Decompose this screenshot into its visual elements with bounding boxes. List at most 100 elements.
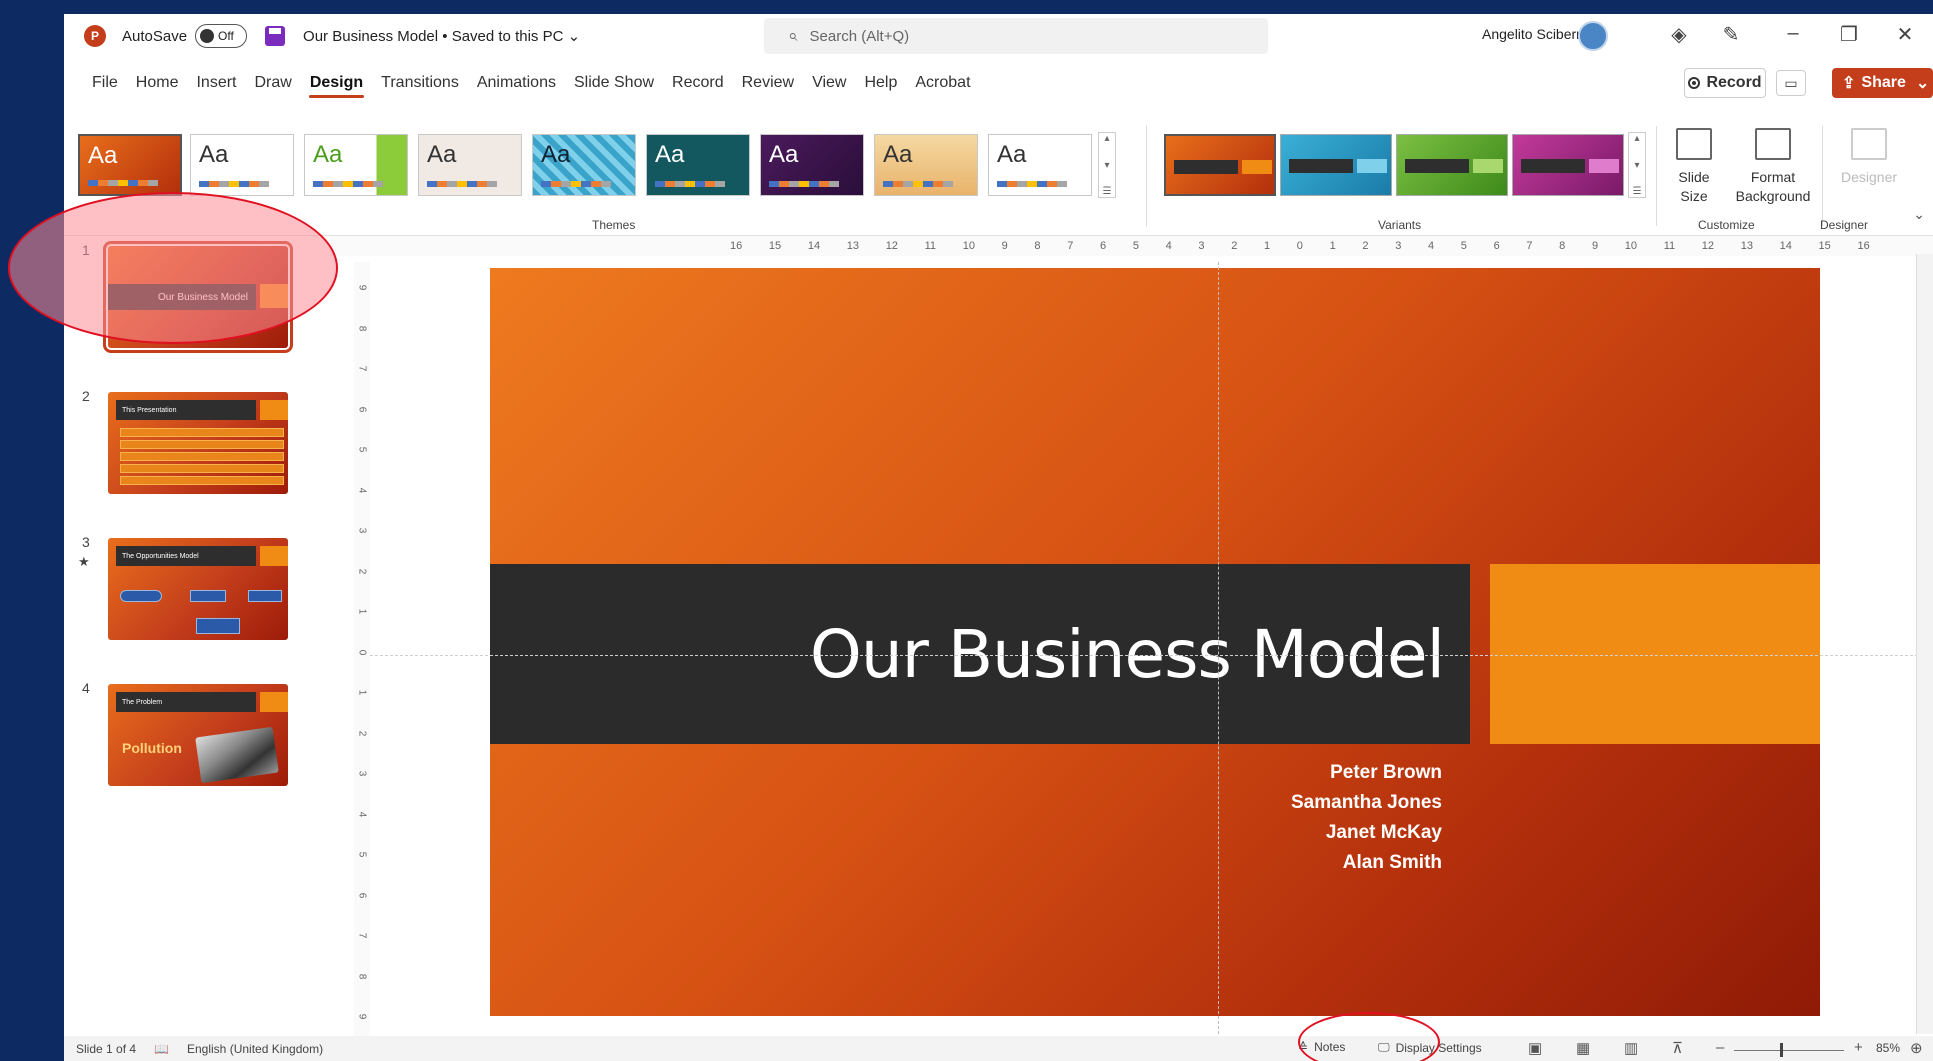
horizontal-ruler: 16 15 14 13 12 11 10 9 8 7 6 5 4 3 2 1 0 1 2 3 4 5 6 7 8 9 10 11 12 1… <box>330 236 1933 256</box>
restore-icon[interactable]: ❐ <box>1834 22 1864 47</box>
record-button-label: Record <box>1706 74 1762 91</box>
more-icon[interactable]: ☰ <box>1633 186 1642 197</box>
tab-view[interactable]: View <box>803 68 855 98</box>
display-settings-icon: 🖵 <box>1378 1040 1390 1054</box>
thumb-body-text: Pollution <box>122 740 182 756</box>
variant-thumbnail-2[interactable] <box>1280 134 1392 196</box>
ruler-tick-label: 3 <box>356 527 368 534</box>
tab-review[interactable]: Review <box>733 68 803 98</box>
slide-size-button[interactable]: Slide Size <box>1664 128 1724 206</box>
powerpoint-window: P AutoSave Off Our Business Model • Save… <box>64 14 1933 1061</box>
tab-acrobat[interactable]: Acrobat <box>906 68 979 98</box>
autosave-state: Off <box>218 29 234 43</box>
themes-gallery-scroll[interactable]: ▴ ▾ ☰ <box>1098 132 1116 198</box>
variant-thumbnail-1[interactable] <box>1164 134 1276 196</box>
slide-thumbnail-3[interactable]: The Opportunities Model <box>108 538 288 640</box>
tab-home[interactable]: Home <box>127 68 188 98</box>
theme-thumbnail-5[interactable]: Aa <box>532 134 636 196</box>
horizontal-guide[interactable] <box>370 655 1933 656</box>
slide-thumbnail-4[interactable]: The Problem Pollution <box>108 684 288 786</box>
tab-record[interactable]: Record <box>663 68 733 98</box>
vertical-scrollbar[interactable] <box>1916 254 1933 1034</box>
theme-color-bars <box>655 181 725 187</box>
zoom-level[interactable]: 85% <box>1876 1041 1900 1055</box>
comments-button[interactable]: ▭ <box>1776 70 1806 96</box>
format-background-icon <box>1755 128 1791 160</box>
close-icon[interactable]: ✕ <box>1890 22 1920 47</box>
record-button[interactable]: Record <box>1684 68 1766 98</box>
variant-thumbnail-4[interactable] <box>1512 134 1624 196</box>
format-background-button[interactable]: Format Background <box>1728 128 1818 206</box>
share-button[interactable]: ⇪ Share ⌄ <box>1832 68 1933 98</box>
tab-help[interactable]: Help <box>855 68 906 98</box>
thumb-list-row <box>120 428 284 437</box>
thumb-pollution-image <box>195 726 279 784</box>
document-title[interactable]: Our Business Model • Saved to this PC ⌄ <box>303 27 580 45</box>
tab-slide-show[interactable]: Slide Show <box>565 68 663 98</box>
designer-icon <box>1851 128 1887 160</box>
ruler-tick-label: 3 <box>1198 240 1205 252</box>
slide-sorter-icon[interactable]: ▦ <box>1576 1039 1590 1057</box>
normal-view-icon[interactable]: ▣ <box>1528 1039 1542 1057</box>
user-avatar[interactable] <box>1578 21 1608 51</box>
slide-size-label: Slide Size <box>1678 169 1710 204</box>
thumb-list-row <box>120 440 284 449</box>
zoom-slider[interactable] <box>1734 1050 1844 1051</box>
tab-insert[interactable]: Insert <box>187 68 245 98</box>
theme-thumbnail-1[interactable]: Aa <box>78 134 182 196</box>
theme-sample: Aa <box>883 141 913 168</box>
variant-band <box>1174 160 1238 174</box>
slide-thumbnail-1[interactable]: Our Business Model <box>103 241 293 353</box>
fit-to-window-icon[interactable]: ⊕ <box>1910 1039 1923 1057</box>
theme-thumbnail-2[interactable]: Aa <box>190 134 294 196</box>
thumb-diagram-box <box>120 590 162 602</box>
save-icon[interactable] <box>265 26 286 46</box>
title-placeholder[interactable]: Our Business Model <box>490 564 1470 744</box>
notes-button[interactable]: ≙ Notes <box>1298 1040 1345 1054</box>
variant-thumbnail-3[interactable] <box>1396 134 1508 196</box>
display-settings-button[interactable]: 🖵 Display Settings <box>1378 1040 1482 1055</box>
theme-thumbnail-6[interactable]: Aa <box>646 134 750 196</box>
ruler-tick-label: 8 <box>356 325 368 331</box>
tab-transitions[interactable]: Transitions <box>372 68 468 98</box>
reading-view-icon[interactable]: ▥ <box>1624 1039 1638 1057</box>
variants-group-label: Variants <box>1378 218 1422 232</box>
tab-animations[interactable]: Animations <box>468 68 565 98</box>
search-input[interactable]: ⌕ Search (Alt+Q) <box>764 18 1268 54</box>
chevron-up-icon[interactable]: ▴ <box>1104 133 1109 144</box>
theme-thumbnail-7[interactable]: Aa <box>760 134 864 196</box>
variants-gallery-scroll[interactable]: ▴ ▾ ☰ <box>1628 132 1646 198</box>
theme-thumbnail-3[interactable]: Aa <box>304 134 408 196</box>
chevron-down-icon[interactable]: ▾ <box>1634 160 1639 171</box>
slide-thumbnail-2[interactable]: This Presentation <box>108 392 288 494</box>
zoom-in-icon[interactable]: + <box>1854 1039 1863 1056</box>
minimize-icon[interactable]: – <box>1778 22 1808 45</box>
more-icon[interactable]: ☰ <box>1103 186 1112 197</box>
theme-thumbnail-8[interactable]: Aa <box>874 134 978 196</box>
slide-canvas[interactable]: Our Business Model Peter Brown Samantha … <box>490 268 1820 1016</box>
chevron-down-icon[interactable]: ▾ <box>1104 160 1109 171</box>
designer-button-label: Designer <box>1840 169 1898 185</box>
designer-button[interactable]: Designer <box>1834 128 1904 187</box>
ribbon-collapse-icon[interactable]: ⌄ <box>1913 206 1925 223</box>
theme-sample: Aa <box>427 141 457 168</box>
theme-thumbnail-9[interactable]: Aa <box>988 134 1092 196</box>
subtitle-placeholder[interactable]: Peter Brown Samantha Jones Janet McKay A… <box>1291 758 1442 878</box>
tab-file[interactable]: File <box>64 68 127 98</box>
pen-icon[interactable]: ✎ <box>1716 22 1746 47</box>
tab-draw[interactable]: Draw <box>245 68 300 98</box>
chevron-up-icon[interactable]: ▴ <box>1634 133 1639 144</box>
autosave-toggle[interactable]: Off <box>195 24 248 48</box>
slide-show-icon[interactable]: ⊼ <box>1672 1039 1683 1057</box>
ruler-tick-label: 12 <box>885 240 898 252</box>
language-indicator[interactable]: English (United Kingdom) <box>187 1042 323 1056</box>
zoom-out-icon[interactable]: – <box>1716 1039 1724 1056</box>
diamond-icon[interactable]: ◈ <box>1664 22 1694 47</box>
accessibility-icon[interactable]: 📖 <box>154 1042 169 1056</box>
tab-design[interactable]: Design <box>301 68 372 98</box>
theme-thumbnail-4[interactable]: Aa <box>418 134 522 196</box>
slide-number: 2 <box>82 388 90 404</box>
vertical-guide[interactable] <box>1218 262 1219 1034</box>
ruler-tick-label: 8 <box>1559 240 1566 252</box>
zoom-slider-thumb[interactable] <box>1780 1043 1783 1057</box>
